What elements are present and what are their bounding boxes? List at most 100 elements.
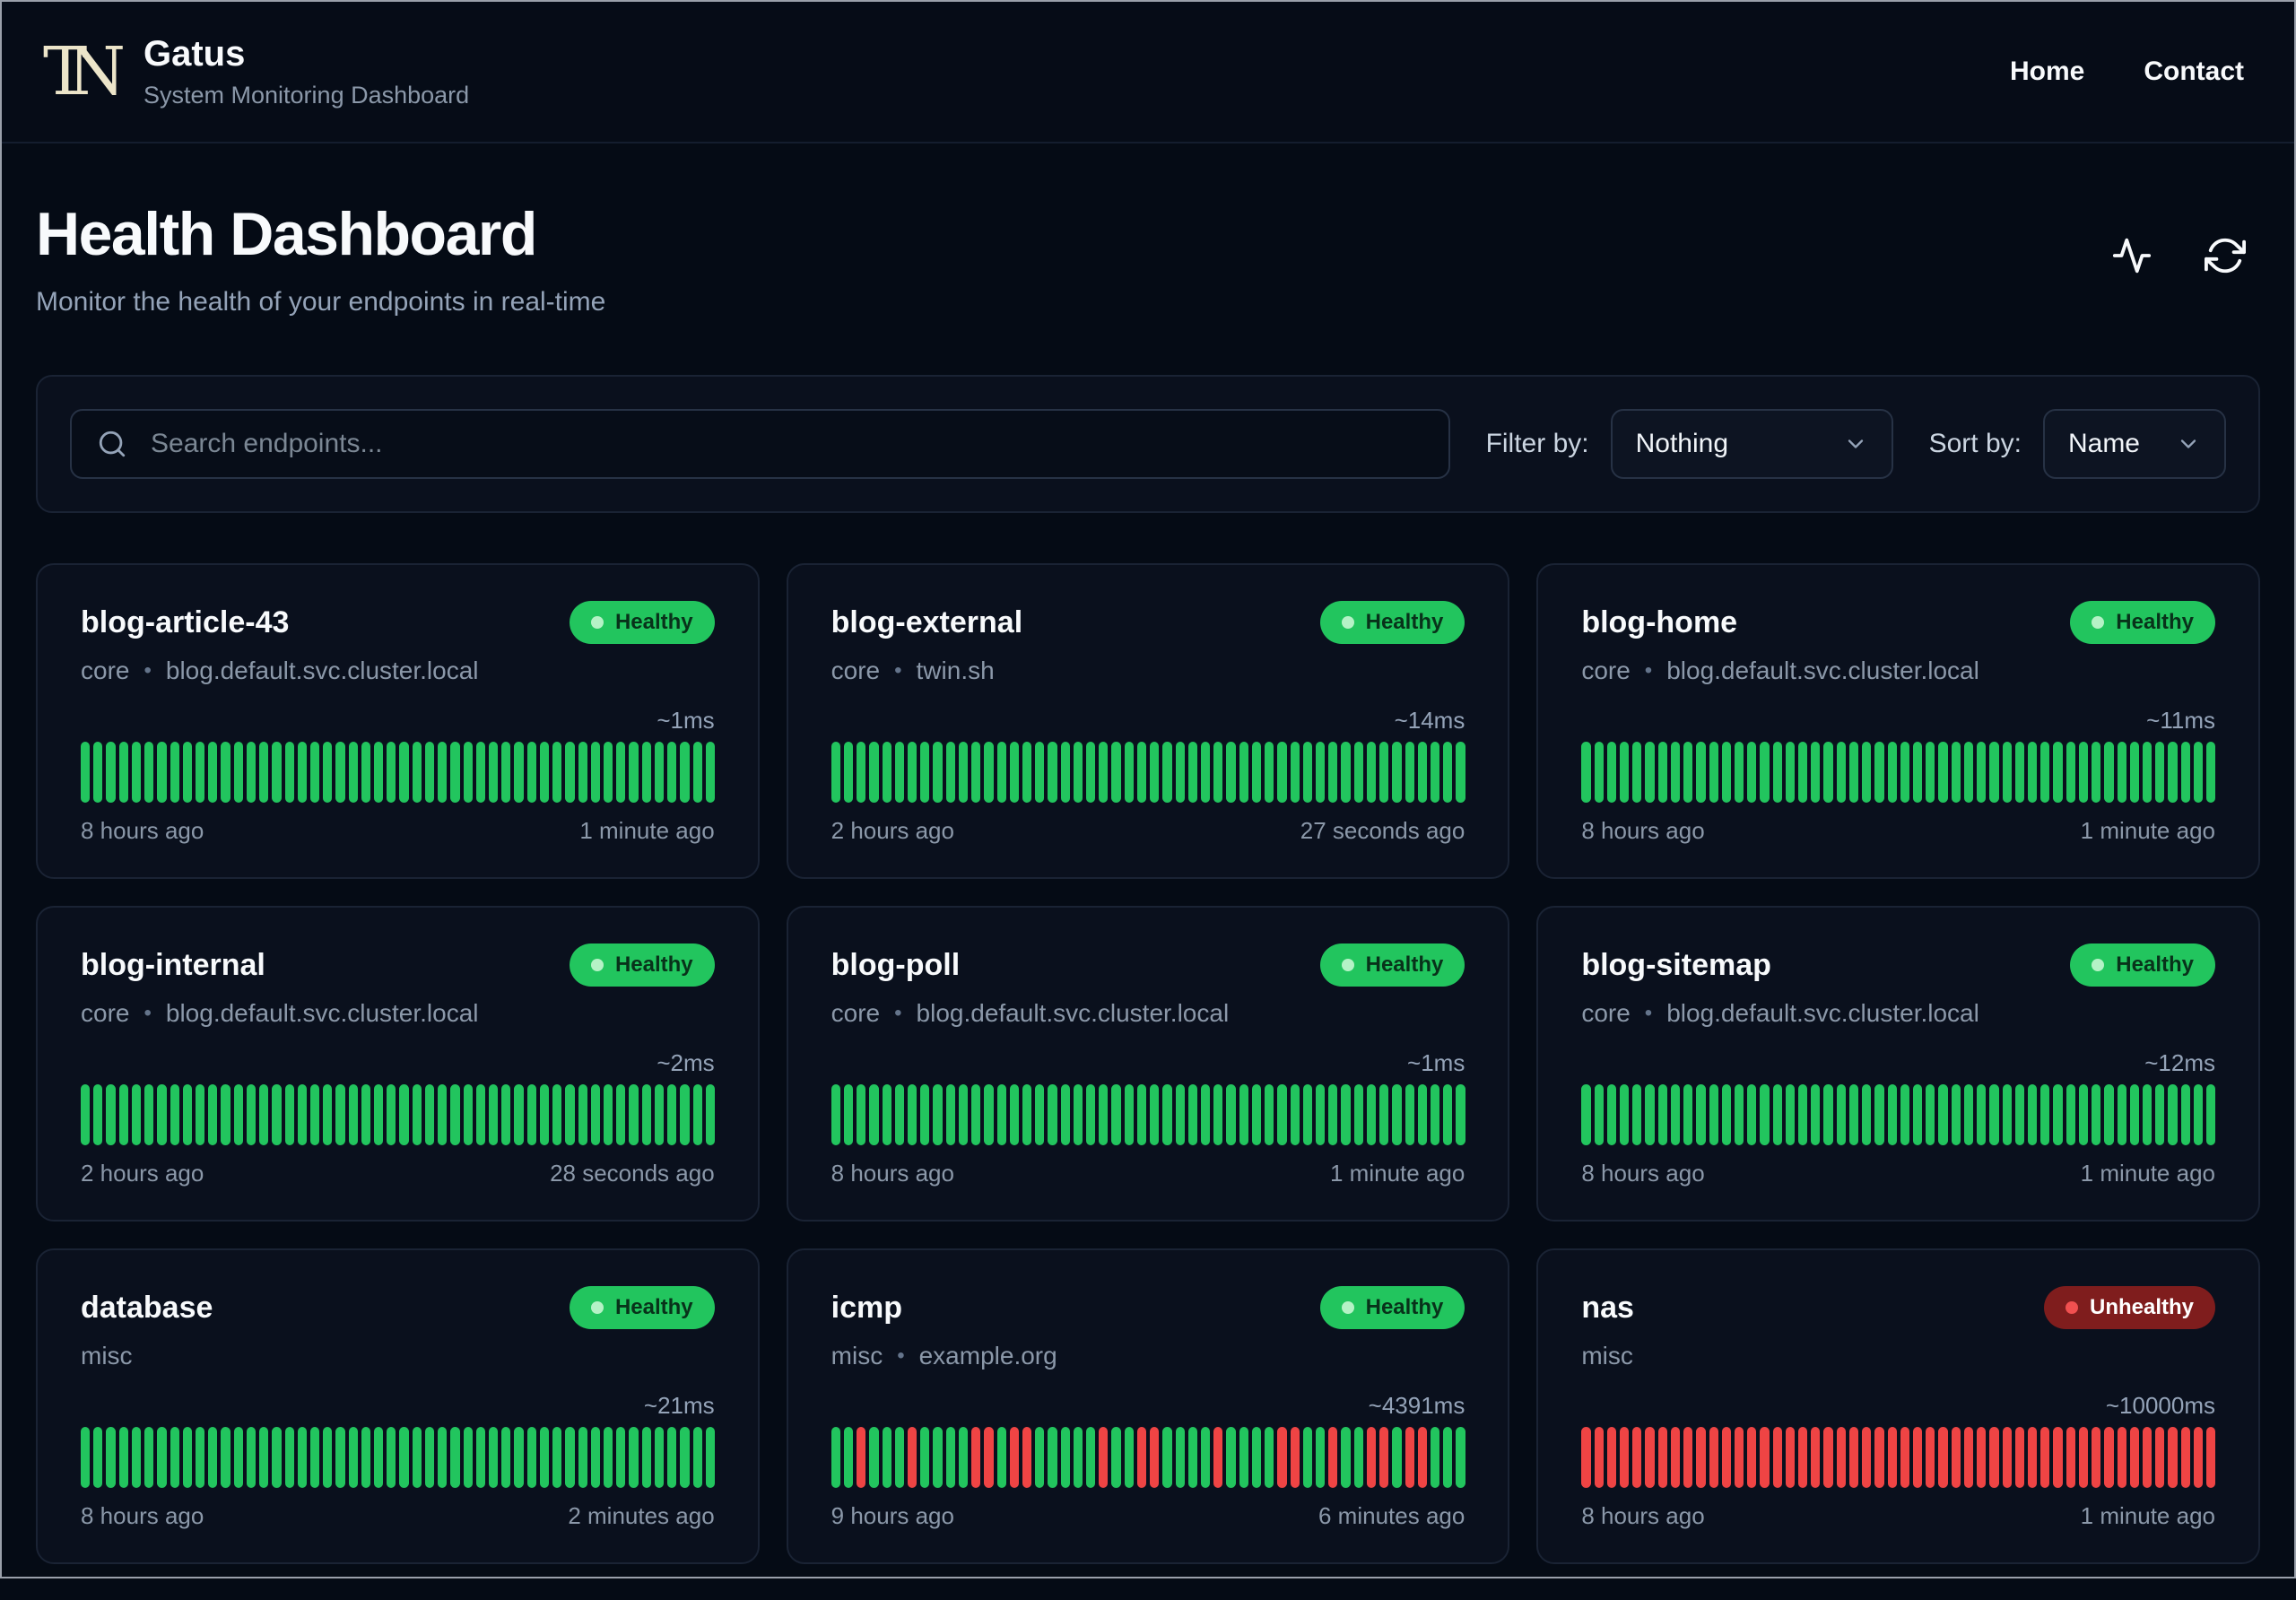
uptime-bar[interactable] [2193,742,2204,803]
uptime-bar[interactable] [1213,1084,1223,1145]
endpoint-card[interactable]: blog-internal Healthy core • blog.defaul… [36,906,760,1222]
uptime-bar[interactable] [374,742,384,803]
uptime-bar[interactable] [1977,742,1987,803]
uptime-bar[interactable] [958,1084,969,1145]
uptime-bar[interactable] [1187,1427,1197,1488]
uptime-bar[interactable] [667,1084,677,1145]
uptime-bar[interactable] [1760,1084,1770,1145]
uptime-bar[interactable] [1366,742,1377,803]
uptime-bar[interactable] [958,742,969,803]
uptime-bar[interactable] [565,742,575,803]
uptime-bar[interactable] [1443,1084,1453,1145]
uptime-bar[interactable] [118,1427,128,1488]
uptime-bar[interactable] [2014,1427,2024,1488]
uptime-bar[interactable] [284,742,294,803]
uptime-bar[interactable] [680,742,690,803]
uptime-bar[interactable] [603,742,613,803]
uptime-bar[interactable] [2129,1084,2139,1145]
endpoint-card[interactable]: blog-article-43 Healthy core • blog.defa… [36,563,760,879]
uptime-bar[interactable] [1874,1084,1884,1145]
uptime-bar[interactable] [2066,1427,2075,1488]
uptime-bar[interactable] [641,742,651,803]
uptime-bar[interactable] [1060,1427,1070,1488]
uptime-bar[interactable] [1670,1084,1681,1145]
uptime-bar[interactable] [1251,742,1262,803]
uptime-bar[interactable] [857,1084,866,1145]
uptime-bar[interactable] [1900,1084,1910,1145]
uptime-bar[interactable] [2053,1084,2063,1145]
uptime-bar[interactable] [284,1427,294,1488]
uptime-bar[interactable] [2193,1084,2204,1145]
uptime-bar[interactable] [1848,1427,1859,1488]
uptime-bar[interactable] [2129,742,2139,803]
uptime-bar[interactable] [2142,742,2152,803]
uptime-bar[interactable] [2002,1427,2012,1488]
uptime-bar[interactable] [1277,1084,1287,1145]
uptime-bar[interactable] [2155,742,2165,803]
uptime-bar[interactable] [705,1084,715,1145]
uptime-bar[interactable] [2193,1427,2204,1488]
uptime-bar[interactable] [195,742,205,803]
uptime-bar[interactable] [2092,1084,2101,1145]
uptime-bar[interactable] [1581,742,1591,803]
uptime-bar[interactable] [539,742,550,803]
uptime-bar[interactable] [641,1084,651,1145]
uptime-bar[interactable] [2040,742,2050,803]
uptime-bar[interactable] [489,742,499,803]
uptime-bar[interactable] [221,742,230,803]
uptime-bar[interactable] [1456,1427,1465,1488]
uptime-bar[interactable] [1747,1084,1757,1145]
uptime-bar[interactable] [2206,1427,2216,1488]
uptime-bar[interactable] [882,1427,891,1488]
uptime-bar[interactable] [1315,1084,1326,1145]
uptime-bar[interactable] [182,1427,192,1488]
uptime-bar[interactable] [1696,1084,1706,1145]
uptime-bar[interactable] [208,742,218,803]
uptime-bar[interactable] [1862,1084,1872,1145]
uptime-bar[interactable] [1265,1084,1274,1145]
uptime-bar[interactable] [984,1084,994,1145]
uptime-bar[interactable] [1887,1427,1897,1488]
search-input[interactable] [70,409,1450,479]
uptime-bar[interactable] [1836,1427,1846,1488]
uptime-bar[interactable] [1721,1084,1731,1145]
uptime-bar[interactable] [144,1427,154,1488]
sort-select[interactable]: Name [2042,409,2226,479]
uptime-bar[interactable] [1900,742,1910,803]
uptime-bar[interactable] [1657,1427,1667,1488]
uptime-bar[interactable] [2117,1084,2126,1145]
uptime-bar[interactable] [1315,1427,1326,1488]
uptime-bar[interactable] [2092,742,2101,803]
uptime-bar[interactable] [1926,1084,1935,1145]
uptime-bar[interactable] [272,1084,282,1145]
uptime-bar[interactable] [616,1084,626,1145]
uptime-bar[interactable] [1201,1084,1211,1145]
endpoint-card[interactable]: blog-poll Healthy core • blog.default.sv… [786,906,1510,1222]
uptime-bar[interactable] [1009,1084,1019,1145]
uptime-bar[interactable] [1645,1084,1655,1145]
uptime-bar[interactable] [233,1427,243,1488]
uptime-bar[interactable] [323,742,333,803]
uptime-bar[interactable] [1328,742,1338,803]
uptime-bar[interactable] [1798,1427,1808,1488]
uptime-bar[interactable] [387,742,396,803]
uptime-bar[interactable] [2168,1427,2178,1488]
uptime-bar[interactable] [603,1427,613,1488]
uptime-bar[interactable] [2168,1084,2178,1145]
uptime-bar[interactable] [412,1084,422,1145]
uptime-bar[interactable] [1747,1427,1757,1488]
uptime-bar[interactable] [996,1427,1006,1488]
uptime-bar[interactable] [93,742,103,803]
uptime-bar[interactable] [1290,742,1300,803]
uptime-bar[interactable] [831,1084,840,1145]
uptime-bar[interactable] [106,1084,116,1145]
uptime-bar[interactable] [1366,1427,1377,1488]
uptime-bar[interactable] [501,742,511,803]
uptime-bar[interactable] [1963,1427,1974,1488]
uptime-bar[interactable] [1251,1427,1262,1488]
uptime-bar[interactable] [2180,742,2190,803]
uptime-bar[interactable] [1683,1084,1693,1145]
uptime-bar[interactable] [603,1084,613,1145]
uptime-bar[interactable] [1405,742,1414,803]
uptime-bar[interactable] [1392,742,1402,803]
